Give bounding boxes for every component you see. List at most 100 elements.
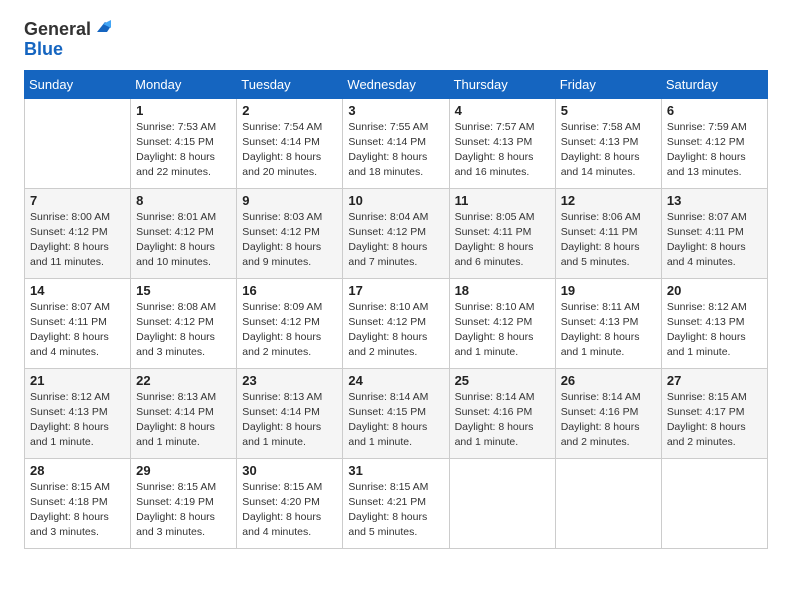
calendar-cell: 12 Sunrise: 8:06 AMSunset: 4:11 PMDayligh… — [555, 188, 661, 278]
calendar-cell — [555, 458, 661, 548]
cell-sun-info: Sunrise: 8:10 AMSunset: 4:12 PMDaylight:… — [348, 300, 443, 361]
cell-sun-info: Sunrise: 8:05 AMSunset: 4:11 PMDaylight:… — [455, 210, 550, 271]
logo-bird-icon — [93, 18, 111, 36]
calendar-cell: 20 Sunrise: 8:12 AMSunset: 4:13 PMDayligh… — [661, 278, 767, 368]
day-number: 20 — [667, 283, 762, 298]
cell-sun-info: Sunrise: 8:04 AMSunset: 4:12 PMDaylight:… — [348, 210, 443, 271]
calendar-cell: 31Sunrise: 8:15 AMSunset: 4:21 PMDayligh… — [343, 458, 449, 548]
calendar-cell: 9 Sunrise: 8:03 AMSunset: 4:12 PMDaylight… — [237, 188, 343, 278]
cell-sun-info: Sunrise: 8:12 AMSunset: 4:13 PMDaylight:… — [30, 390, 125, 451]
calendar-cell: 11 Sunrise: 8:05 AMSunset: 4:11 PMDayligh… — [449, 188, 555, 278]
day-number: 12 — [561, 193, 656, 208]
cell-sun-info: Sunrise: 8:12 AMSunset: 4:13 PMDaylight:… — [667, 300, 762, 361]
calendar-cell: 21 Sunrise: 8:12 AMSunset: 4:13 PMDayligh… — [25, 368, 131, 458]
day-number: 19 — [561, 283, 656, 298]
cell-sun-info: Sunrise: 8:07 AMSunset: 4:11 PMDaylight:… — [667, 210, 762, 271]
day-number: 6 — [667, 103, 762, 118]
day-number: 28 — [30, 463, 125, 478]
header-saturday: Saturday — [661, 70, 767, 98]
cell-sun-info: Sunrise: 8:15 AMSunset: 4:20 PMDaylight:… — [242, 480, 337, 541]
day-number: 5 — [561, 103, 656, 118]
header-monday: Monday — [131, 70, 237, 98]
calendar-cell: 22Sunrise: 8:13 AMSunset: 4:14 PMDayligh… — [131, 368, 237, 458]
cell-sun-info: Sunrise: 7:54 AMSunset: 4:14 PMDaylight:… — [242, 120, 337, 181]
day-number: 25 — [455, 373, 550, 388]
calendar-cell: 16Sunrise: 8:09 AMSunset: 4:12 PMDayligh… — [237, 278, 343, 368]
logo-blue-text: Blue — [24, 40, 111, 60]
calendar-cell: 25 Sunrise: 8:14 AMSunset: 4:16 PMDayligh… — [449, 368, 555, 458]
cell-sun-info: Sunrise: 8:15 AMSunset: 4:18 PMDaylight:… — [30, 480, 125, 541]
day-number: 18 — [455, 283, 550, 298]
calendar-cell: 24 Sunrise: 8:14 AMSunset: 4:15 PMDayligh… — [343, 368, 449, 458]
cell-sun-info: Sunrise: 8:15 AMSunset: 4:21 PMDaylight:… — [348, 480, 443, 541]
calendar-cell: 15Sunrise: 8:08 AMSunset: 4:12 PMDayligh… — [131, 278, 237, 368]
calendar-cell — [661, 458, 767, 548]
calendar-table: SundayMondayTuesdayWednesdayThursdayFrid… — [24, 70, 768, 549]
day-number: 30 — [242, 463, 337, 478]
calendar-cell: 8Sunrise: 8:01 AMSunset: 4:12 PMDaylight… — [131, 188, 237, 278]
calendar-week-row: 1Sunrise: 7:53 AMSunset: 4:15 PMDaylight… — [25, 98, 768, 188]
calendar-cell: 27Sunrise: 8:15 AMSunset: 4:17 PMDayligh… — [661, 368, 767, 458]
day-number: 24 — [348, 373, 443, 388]
day-number: 26 — [561, 373, 656, 388]
calendar-week-row: 28 Sunrise: 8:15 AMSunset: 4:18 PMDayligh… — [25, 458, 768, 548]
calendar-cell — [449, 458, 555, 548]
day-number: 16 — [242, 283, 337, 298]
cell-sun-info: Sunrise: 8:13 AMSunset: 4:14 PMDaylight:… — [242, 390, 337, 451]
cell-sun-info: Sunrise: 7:53 AMSunset: 4:15 PMDaylight:… — [136, 120, 231, 181]
day-number: 14 — [30, 283, 125, 298]
calendar-cell: 4 Sunrise: 7:57 AMSunset: 4:13 PMDaylight… — [449, 98, 555, 188]
calendar-week-row: 7 Sunrise: 8:00 AMSunset: 4:12 PMDaylight… — [25, 188, 768, 278]
day-number: 17 — [348, 283, 443, 298]
day-number: 29 — [136, 463, 231, 478]
calendar-cell: 29 Sunrise: 8:15 AMSunset: 4:19 PMDayligh… — [131, 458, 237, 548]
header-sunday: Sunday — [25, 70, 131, 98]
calendar-cell: 2Sunrise: 7:54 AMSunset: 4:14 PMDaylight… — [237, 98, 343, 188]
header-tuesday: Tuesday — [237, 70, 343, 98]
cell-sun-info: Sunrise: 8:14 AMSunset: 4:16 PMDaylight:… — [561, 390, 656, 451]
calendar-week-row: 21 Sunrise: 8:12 AMSunset: 4:13 PMDayligh… — [25, 368, 768, 458]
day-number: 13 — [667, 193, 762, 208]
day-number: 11 — [455, 193, 550, 208]
calendar-week-row: 14Sunrise: 8:07 AMSunset: 4:11 PMDayligh… — [25, 278, 768, 368]
day-number: 21 — [30, 373, 125, 388]
cell-sun-info: Sunrise: 8:15 AMSunset: 4:19 PMDaylight:… — [136, 480, 231, 541]
cell-sun-info: Sunrise: 7:59 AMSunset: 4:12 PMDaylight:… — [667, 120, 762, 181]
calendar-cell: 10 Sunrise: 8:04 AMSunset: 4:12 PMDayligh… — [343, 188, 449, 278]
calendar-cell: 30 Sunrise: 8:15 AMSunset: 4:20 PMDayligh… — [237, 458, 343, 548]
cell-sun-info: Sunrise: 8:03 AMSunset: 4:12 PMDaylight:… — [242, 210, 337, 271]
logo: General Blue — [24, 20, 111, 60]
calendar-cell: 18 Sunrise: 8:10 AMSunset: 4:12 PMDayligh… — [449, 278, 555, 368]
cell-sun-info: Sunrise: 8:15 AMSunset: 4:17 PMDaylight:… — [667, 390, 762, 451]
calendar-cell: 7 Sunrise: 8:00 AMSunset: 4:12 PMDaylight… — [25, 188, 131, 278]
calendar-cell: 1Sunrise: 7:53 AMSunset: 4:15 PMDaylight… — [131, 98, 237, 188]
cell-sun-info: Sunrise: 8:06 AMSunset: 4:11 PMDaylight:… — [561, 210, 656, 271]
cell-sun-info: Sunrise: 8:11 AMSunset: 4:13 PMDaylight:… — [561, 300, 656, 361]
cell-sun-info: Sunrise: 8:14 AMSunset: 4:16 PMDaylight:… — [455, 390, 550, 451]
calendar-cell — [25, 98, 131, 188]
calendar-cell: 3 Sunrise: 7:55 AMSunset: 4:14 PMDaylight… — [343, 98, 449, 188]
calendar-cell: 28 Sunrise: 8:15 AMSunset: 4:18 PMDayligh… — [25, 458, 131, 548]
cell-sun-info: Sunrise: 8:14 AMSunset: 4:15 PMDaylight:… — [348, 390, 443, 451]
cell-sun-info: Sunrise: 7:55 AMSunset: 4:14 PMDaylight:… — [348, 120, 443, 181]
calendar-cell: 5Sunrise: 7:58 AMSunset: 4:13 PMDaylight… — [555, 98, 661, 188]
header-wednesday: Wednesday — [343, 70, 449, 98]
day-number: 9 — [242, 193, 337, 208]
calendar-cell: 23Sunrise: 8:13 AMSunset: 4:14 PMDayligh… — [237, 368, 343, 458]
day-number: 4 — [455, 103, 550, 118]
cell-sun-info: Sunrise: 8:10 AMSunset: 4:12 PMDaylight:… — [455, 300, 550, 361]
cell-sun-info: Sunrise: 8:01 AMSunset: 4:12 PMDaylight:… — [136, 210, 231, 271]
day-number: 10 — [348, 193, 443, 208]
calendar-cell: 26 Sunrise: 8:14 AMSunset: 4:16 PMDayligh… — [555, 368, 661, 458]
cell-sun-info: Sunrise: 8:00 AMSunset: 4:12 PMDaylight:… — [30, 210, 125, 271]
day-number: 7 — [30, 193, 125, 208]
day-number: 22 — [136, 373, 231, 388]
day-number: 15 — [136, 283, 231, 298]
calendar-cell: 13 Sunrise: 8:07 AMSunset: 4:11 PMDayligh… — [661, 188, 767, 278]
day-number: 3 — [348, 103, 443, 118]
calendar-cell: 14Sunrise: 8:07 AMSunset: 4:11 PMDayligh… — [25, 278, 131, 368]
header-thursday: Thursday — [449, 70, 555, 98]
cell-sun-info: Sunrise: 7:57 AMSunset: 4:13 PMDaylight:… — [455, 120, 550, 181]
logo-general-text: General — [24, 20, 91, 40]
calendar-header-row: SundayMondayTuesdayWednesdayThursdayFrid… — [25, 70, 768, 98]
